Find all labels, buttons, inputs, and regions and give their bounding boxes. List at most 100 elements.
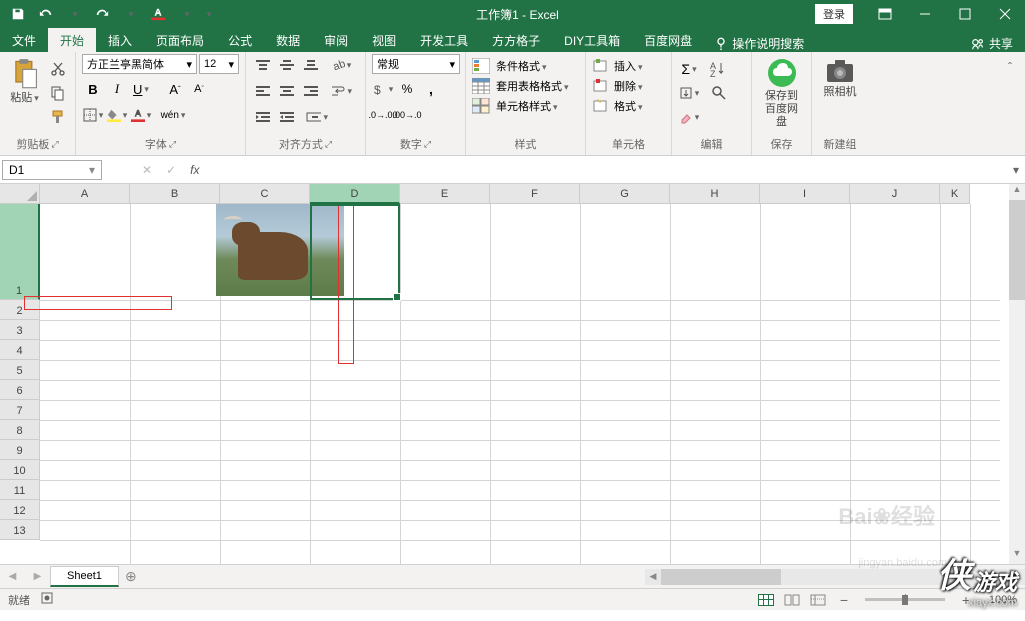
increase-font-button[interactable]: Aˆ xyxy=(164,78,186,100)
ribbon-display-options[interactable] xyxy=(865,0,905,28)
page-break-view-button[interactable] xyxy=(807,591,829,609)
zoom-slider[interactable] xyxy=(865,598,945,601)
percent-button[interactable]: % xyxy=(396,78,418,100)
font-name-combo[interactable]: 方正兰亭黑简体▾ xyxy=(82,54,197,74)
customize-qat[interactable] xyxy=(200,0,216,28)
align-bottom-button[interactable] xyxy=(300,54,322,76)
row-header-6[interactable]: 6 xyxy=(0,380,40,400)
maximize-button[interactable] xyxy=(945,0,985,28)
autosum-button[interactable]: Σ xyxy=(678,58,700,80)
column-header-E[interactable]: E xyxy=(400,184,490,204)
column-header-H[interactable]: H xyxy=(670,184,760,204)
number-launcher[interactable]: ⤢ xyxy=(424,139,431,150)
normal-view-button[interactable] xyxy=(755,591,777,609)
align-right-button[interactable] xyxy=(300,80,322,102)
clear-button[interactable] xyxy=(678,106,700,128)
format-painter-button[interactable] xyxy=(47,106,69,128)
alignment-launcher[interactable]: ⤢ xyxy=(325,139,332,150)
redo-button[interactable] xyxy=(88,0,116,28)
font-color-qat-dropdown[interactable] xyxy=(172,0,200,28)
insert-function-button[interactable]: fx xyxy=(190,163,199,177)
font-size-combo[interactable]: 12▾ xyxy=(199,54,239,74)
enter-formula-icon[interactable]: ✓ xyxy=(166,163,176,177)
sheet-nav-next[interactable]: ▶ xyxy=(34,571,42,582)
column-header-F[interactable]: F xyxy=(490,184,580,204)
column-header-K[interactable]: K xyxy=(940,184,970,204)
macro-record-icon[interactable] xyxy=(40,591,54,608)
align-center-button[interactable] xyxy=(276,80,298,102)
vertical-scrollbar[interactable]: ▲ ▼ xyxy=(1009,184,1025,564)
column-header-D[interactable]: D xyxy=(310,184,400,204)
page-layout-view-button[interactable] xyxy=(781,591,803,609)
align-top-button[interactable] xyxy=(252,54,274,76)
find-select-button[interactable] xyxy=(708,82,730,104)
embedded-picture[interactable] xyxy=(216,204,344,296)
tab-baidu[interactable]: 百度网盘 xyxy=(632,28,704,52)
row-header-2[interactable]: 2 xyxy=(0,300,40,320)
zoom-out-button[interactable]: − xyxy=(833,591,855,609)
save-baidu-button[interactable]: 保存到百度网盘 xyxy=(761,54,803,134)
column-header-G[interactable]: G xyxy=(580,184,670,204)
tab-data[interactable]: 数据 xyxy=(264,28,312,52)
column-header-A[interactable]: A xyxy=(40,184,130,204)
tab-home[interactable]: 开始 xyxy=(48,28,96,52)
expand-formula-bar[interactable]: ▾ xyxy=(1007,163,1025,177)
row-header-9[interactable]: 9 xyxy=(0,440,40,460)
font-launcher[interactable]: ⤢ xyxy=(169,139,176,150)
merge-button[interactable] xyxy=(306,106,328,128)
italic-button[interactable]: I xyxy=(106,78,128,100)
accounting-format-button[interactable]: $ xyxy=(372,78,394,100)
fill-color-button[interactable] xyxy=(106,104,128,126)
orientation-button[interactable]: ab xyxy=(330,54,352,76)
column-header-J[interactable]: J xyxy=(850,184,940,204)
delete-cells-button[interactable]: 删除 xyxy=(592,78,643,94)
row-header-12[interactable]: 12 xyxy=(0,500,40,520)
clipboard-launcher[interactable]: ⤢ xyxy=(51,139,58,150)
sort-filter-button[interactable]: AZ xyxy=(708,58,730,80)
tab-developer[interactable]: 开发工具 xyxy=(408,28,480,52)
phonetic-button[interactable]: wén xyxy=(162,104,184,126)
row-header-1[interactable]: 1 xyxy=(0,204,40,300)
borders-button[interactable] xyxy=(82,104,104,126)
redo-dropdown[interactable] xyxy=(116,0,144,28)
name-box[interactable]: D1▾ xyxy=(2,160,102,180)
decrease-decimal-button[interactable]: .00→.0 xyxy=(396,104,418,126)
column-header-C[interactable]: C xyxy=(220,184,310,204)
undo-button[interactable] xyxy=(32,0,60,28)
row-header-10[interactable]: 10 xyxy=(0,460,40,480)
row-header-4[interactable]: 4 xyxy=(0,340,40,360)
wrap-text-button[interactable] xyxy=(330,80,352,102)
share-button[interactable]: 共享 xyxy=(971,35,1013,52)
tab-layout[interactable]: 页面布局 xyxy=(144,28,216,52)
cancel-formula-icon[interactable]: ✕ xyxy=(142,163,152,177)
number-format-combo[interactable]: 常规▾ xyxy=(372,54,460,74)
bold-button[interactable]: B xyxy=(82,78,104,100)
conditional-format-button[interactable]: 条件格式 xyxy=(472,58,547,74)
tab-view[interactable]: 视图 xyxy=(360,28,408,52)
paste-button[interactable]: 粘贴 xyxy=(6,54,43,109)
cell-styles-button[interactable]: 单元格样式 xyxy=(472,98,558,114)
row-header-7[interactable]: 7 xyxy=(0,400,40,420)
camera-button[interactable]: 照相机 xyxy=(819,54,861,103)
tab-file[interactable]: 文件 xyxy=(0,28,48,52)
decrease-indent-button[interactable] xyxy=(252,106,274,128)
tab-formulas[interactable]: 公式 xyxy=(216,28,264,52)
sheet-tab-1[interactable]: Sheet1 xyxy=(50,566,119,587)
sheet-nav-prev[interactable]: ◀ xyxy=(9,571,17,582)
column-header-I[interactable]: I xyxy=(760,184,850,204)
tab-ffgz[interactable]: 方方格子 xyxy=(480,28,552,52)
copy-button[interactable] xyxy=(47,82,69,104)
format-cells-button[interactable]: 格式 xyxy=(592,98,643,114)
fill-button[interactable] xyxy=(678,82,700,104)
increase-indent-button[interactable] xyxy=(276,106,298,128)
align-middle-button[interactable] xyxy=(276,54,298,76)
zoom-percentage[interactable]: 100% xyxy=(981,594,1017,606)
zoom-in-button[interactable]: + xyxy=(955,591,977,609)
minimize-button[interactable] xyxy=(905,0,945,28)
undo-dropdown[interactable] xyxy=(60,0,88,28)
save-button[interactable] xyxy=(4,0,32,28)
select-all-button[interactable] xyxy=(0,184,40,204)
decrease-font-button[interactable]: Aˇ xyxy=(188,78,210,100)
comma-button[interactable]: , xyxy=(420,78,442,100)
formula-bar-input[interactable] xyxy=(207,161,1007,179)
